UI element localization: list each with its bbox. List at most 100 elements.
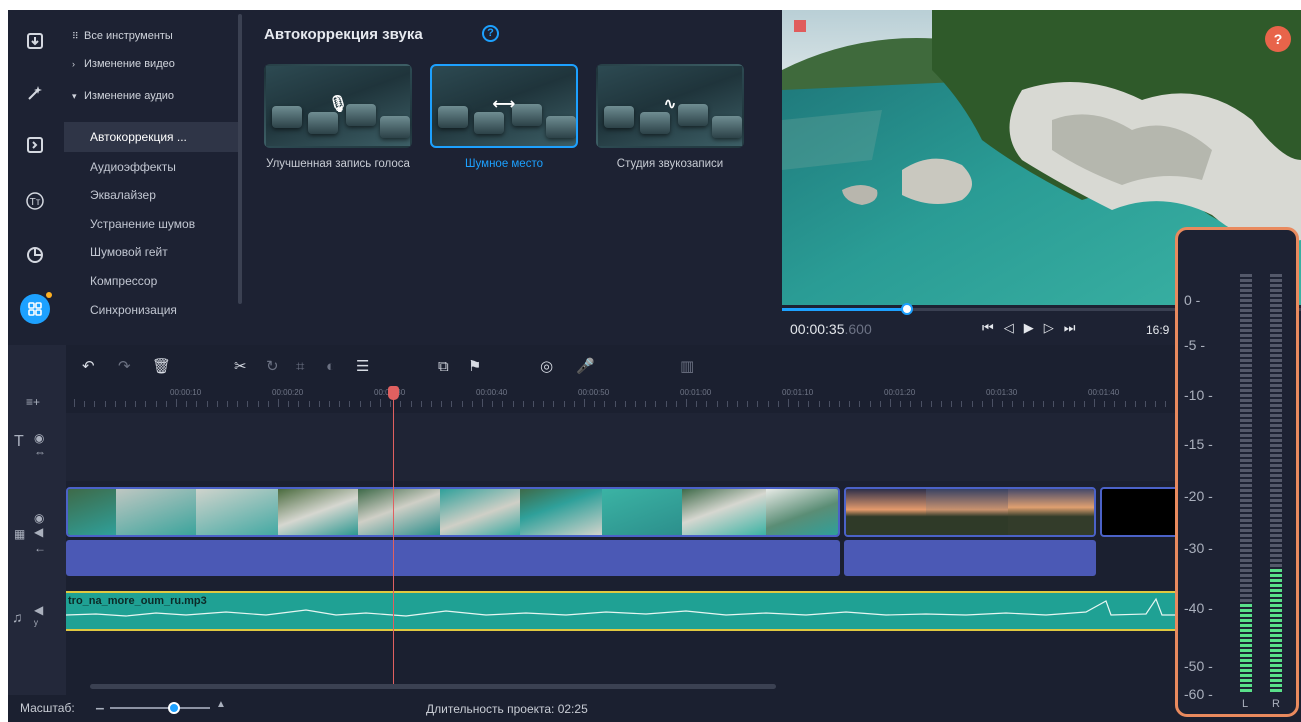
zoom-out-icon[interactable]: ▁ (96, 699, 104, 710)
video-clip-sea[interactable] (66, 487, 840, 537)
menu-video-group[interactable]: › Изменение видео (72, 54, 175, 74)
transition-icon[interactable] (20, 130, 50, 160)
ruler-tick (584, 399, 585, 407)
ruler-tick (369, 401, 371, 407)
detach-audio-icon[interactable]: ← (34, 541, 46, 555)
menu-item-compressor[interactable]: Компрессор (90, 271, 157, 291)
menu-all-tools[interactable]: ⠿ Все инструменты (72, 26, 173, 46)
aspect-ratio[interactable]: 16:9 (1146, 323, 1169, 337)
menu-item-noise-removal[interactable]: Устранение шумов (90, 214, 195, 234)
zoom-slider[interactable] (110, 702, 210, 714)
skip-start-icon[interactable]: ⏮ (982, 320, 994, 336)
menu-item-audio-effects[interactable]: Аудиоэффекты (90, 157, 176, 177)
meter-segment (1270, 439, 1282, 442)
ruler-tick (706, 401, 708, 407)
meter-db-label: -20 - (1184, 488, 1213, 504)
meter-segment (1270, 369, 1282, 372)
zoom-knob[interactable] (168, 702, 180, 714)
ruler-tick (349, 401, 351, 407)
frame-back-icon[interactable]: ◁ (1004, 320, 1014, 336)
ruler-tick (614, 401, 616, 407)
ruler-tick (900, 401, 902, 407)
record-screen-icon[interactable]: ◎ (540, 358, 553, 376)
ruler-tick (553, 401, 555, 407)
visibility-icon[interactable]: ◉ (34, 511, 44, 525)
delete-icon[interactable]: 🗑 (152, 358, 171, 376)
clip-audio-sea[interactable] (66, 540, 840, 576)
meter-segment (1270, 309, 1282, 312)
ruler-tick (839, 401, 840, 407)
ruler-tick (216, 401, 218, 407)
skip-end-icon[interactable]: ⏭ (1064, 320, 1076, 336)
meter-segment (1240, 359, 1252, 362)
preset-recording-studio[interactable]: ∿ Студия звукозаписи (596, 64, 744, 172)
zoom-in-icon[interactable]: ▲ (216, 699, 226, 710)
menu-item-sync[interactable]: Синхронизация (90, 300, 177, 320)
color-icon[interactable]: ◐ (326, 358, 335, 376)
link-icon[interactable]: ⇔ (34, 445, 46, 459)
meter-segment (1270, 449, 1282, 452)
timeline-scrollbar[interactable] (90, 684, 776, 689)
titles-icon[interactable]: Tт (20, 186, 50, 216)
timeline-ruler[interactable]: 00:00:1000:00:2000:00:3000:00:4000:00:50… (66, 385, 1181, 411)
marker-flag-icon[interactable]: ⚑ (468, 358, 481, 376)
visibility-icon[interactable]: ◉ (34, 431, 44, 445)
help-icon[interactable]: ? (482, 25, 499, 42)
grid-icon[interactable] (20, 292, 52, 324)
volume-icon[interactable]: ◀ (34, 603, 43, 617)
ruler-tick (1094, 399, 1095, 407)
cut-icon[interactable]: ✂ (234, 358, 247, 376)
ruler-tick (104, 401, 106, 407)
meter-segment (1270, 424, 1282, 427)
frame-forward-icon[interactable]: ▷ (1044, 320, 1054, 336)
status-bar: Масштаб: ▁ ▲ Длительность проекта: 02:25 (8, 695, 1301, 722)
volume-icon[interactable]: ◀ (34, 525, 43, 539)
menu-item-noise-gate[interactable]: Шумовой гейт (90, 242, 168, 262)
magic-wand-icon[interactable] (20, 78, 50, 108)
add-track-icon[interactable]: ≡+ (26, 395, 40, 409)
ruler-label: 00:01:20 (884, 388, 916, 397)
meter-segment (1240, 274, 1252, 277)
meter-segment (1240, 469, 1252, 472)
stickers-icon[interactable] (20, 240, 50, 270)
ruler-tick (461, 401, 463, 407)
meter-segment (1270, 289, 1282, 292)
meter-segment (1270, 444, 1282, 447)
microphone-record-icon[interactable]: 🎤 (576, 358, 595, 376)
music-track-icon: ♫ (12, 609, 23, 625)
seek-knob[interactable] (900, 303, 913, 315)
menu-item-equalizer[interactable]: Эквалайзер (90, 185, 156, 205)
meter-segment (1270, 584, 1282, 587)
import-icon[interactable] (20, 26, 50, 56)
clip-properties-icon[interactable]: ☰ (356, 358, 369, 376)
split-view-icon[interactable]: ▥ (680, 358, 694, 376)
preset-enhanced-voice[interactable]: 🎙 Улучшенная запись голоса (264, 64, 412, 172)
audio-sync-icon[interactable]: ʸ (34, 617, 38, 631)
meter-segment (1270, 324, 1282, 327)
play-icon[interactable]: ▶ (1024, 320, 1034, 336)
preset-noisy-place[interactable]: ⟷ Шумное место (430, 64, 578, 172)
meter-segment (1270, 684, 1282, 687)
clip-audio-sunset[interactable] (844, 540, 1096, 576)
meter-segment (1240, 679, 1252, 682)
meter-segment (1240, 564, 1252, 567)
meter-segment (1240, 404, 1252, 407)
rotate-icon[interactable]: ↻ (266, 358, 279, 376)
help-button[interactable]: ? (1265, 26, 1291, 52)
title-track[interactable] (66, 413, 1181, 481)
menu-scrollbar[interactable] (238, 14, 242, 304)
meter-segment (1270, 384, 1282, 387)
captions-icon[interactable]: ⧉ (438, 358, 449, 376)
crop-icon[interactable]: ⌗ (296, 358, 304, 376)
redo-icon[interactable]: ↷ (118, 358, 131, 376)
meter-segment (1240, 509, 1252, 512)
playhead-handle[interactable] (388, 386, 399, 400)
menu-audio-group[interactable]: ▾ Изменение аудио (72, 86, 174, 106)
ruler-tick (890, 399, 891, 407)
undo-icon[interactable]: ↶ (82, 358, 95, 376)
music-track[interactable]: tro_na_more_oum_ru.mp3 (66, 591, 1181, 631)
video-clip-sunset[interactable] (844, 487, 1096, 537)
menu-item-autocorrection[interactable]: Автокоррекция ... (90, 127, 187, 147)
meter-segment (1270, 579, 1282, 582)
meter-segment (1270, 574, 1282, 577)
